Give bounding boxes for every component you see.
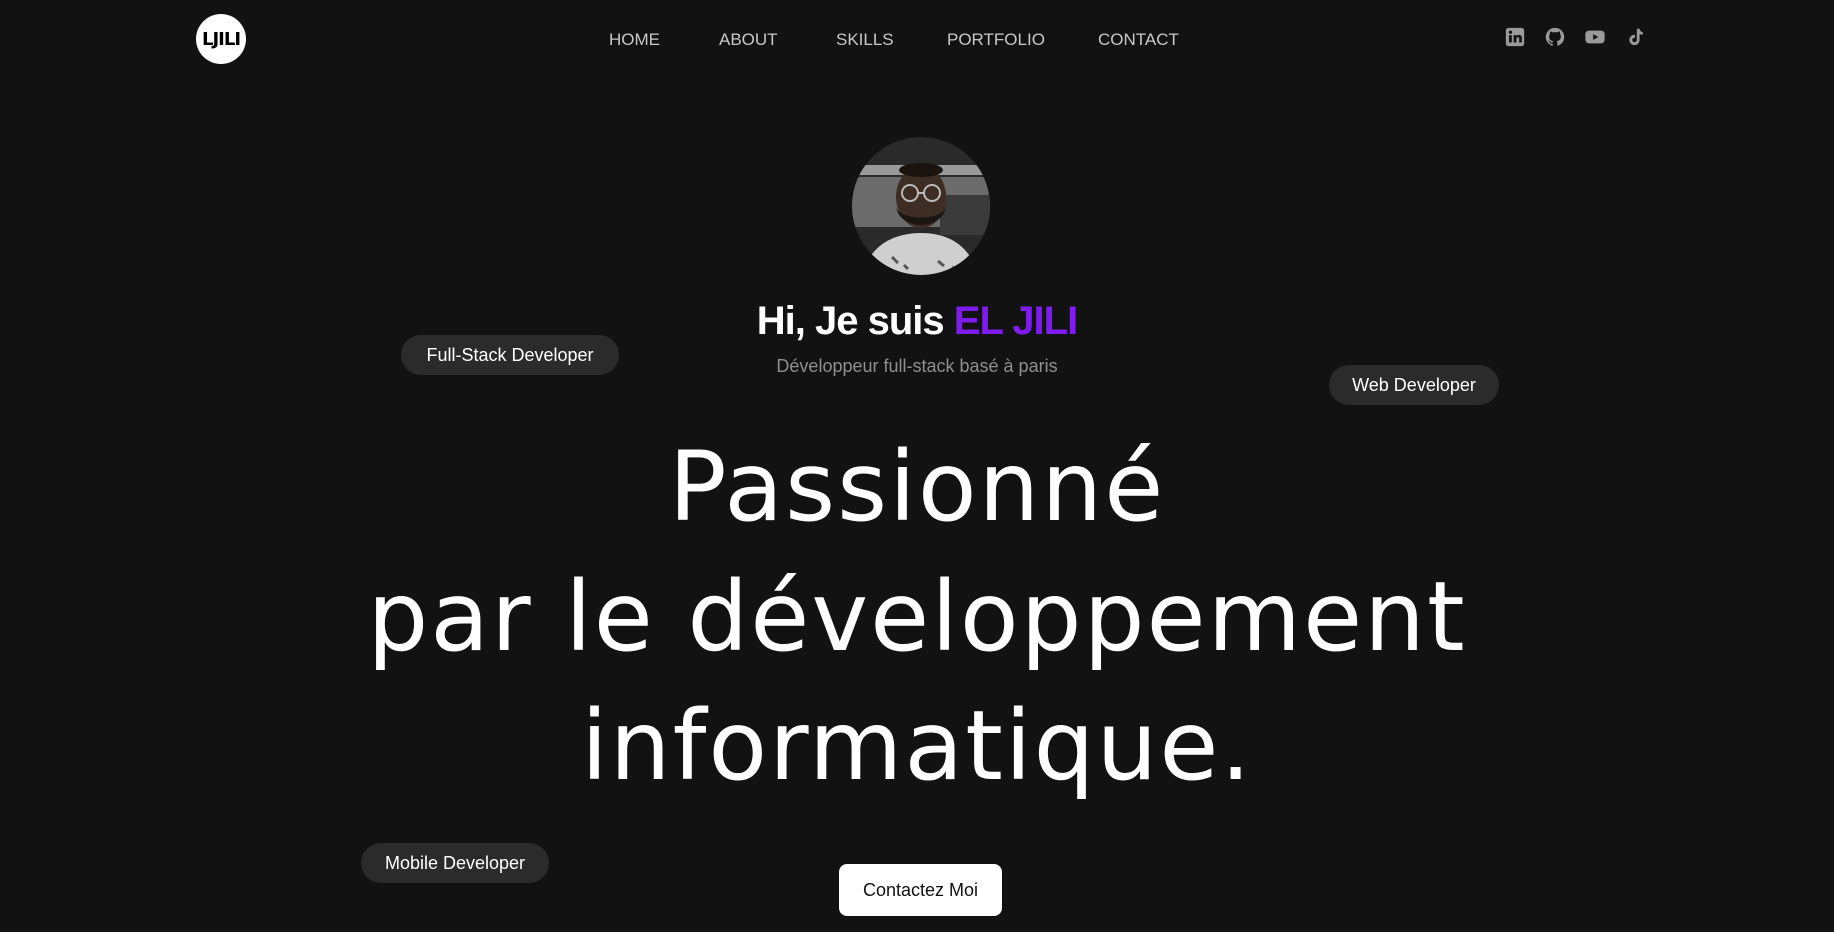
nav-portfolio-link[interactable]: PORTFOLIO	[947, 30, 1045, 50]
site-header: LJILI HOME ABOUT SKILLS PORTFOLIO CONTAC…	[0, 0, 1834, 82]
hero-headline-line-1: Passionné	[668, 431, 1166, 543]
nav-skills-link[interactable]: SKILLS	[836, 30, 894, 50]
nav-contact-link[interactable]: CONTACT	[1098, 30, 1179, 50]
hero-headline-line-2: par le développement	[367, 561, 1467, 673]
hero-greeting: Hi, Je suis EL JILI	[0, 299, 1834, 344]
profile-photo	[852, 137, 990, 275]
linkedin-icon[interactable]	[1504, 26, 1526, 48]
youtube-icon[interactable]	[1584, 26, 1606, 48]
nav-about-link[interactable]: ABOUT	[719, 30, 778, 50]
contact-me-button[interactable]: Contactez Moi	[839, 864, 1002, 916]
hero-name: EL JILI	[953, 299, 1078, 343]
nav-home-link[interactable]: HOME	[609, 30, 660, 50]
tiktok-icon[interactable]	[1624, 26, 1646, 48]
greeting-prefix: Hi, Je suis	[756, 299, 954, 343]
tag-web-developer: Web Developer	[1329, 365, 1499, 405]
tag-full-stack-developer: Full-Stack Developer	[401, 335, 619, 375]
profile-avatar	[852, 137, 990, 275]
github-icon[interactable]	[1544, 26, 1566, 48]
hero-subtitle: Développeur full-stack basé à paris	[776, 356, 1058, 376]
hero-headline-line-3: informatique.	[581, 690, 1253, 802]
tag-mobile-developer: Mobile Developer	[361, 843, 549, 883]
